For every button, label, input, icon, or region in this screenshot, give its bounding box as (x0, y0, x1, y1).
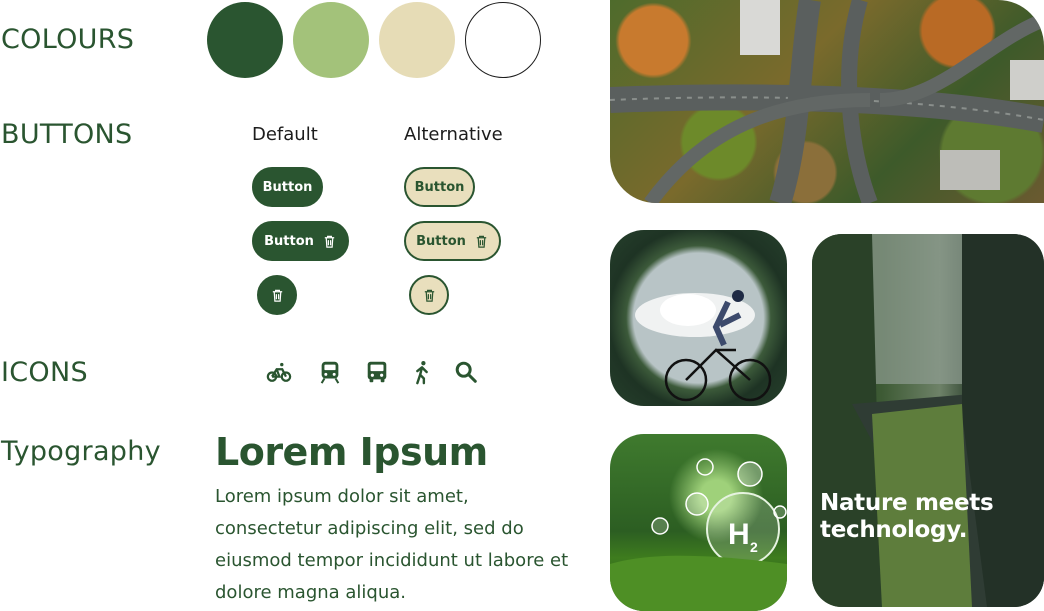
svg-text:2: 2 (750, 539, 758, 555)
alternative-button-with-icon[interactable]: Button (404, 221, 501, 261)
alternative-trash-button[interactable] (409, 275, 449, 315)
hydrogen-image: H 2 (610, 434, 787, 611)
button-label: Button (262, 179, 313, 195)
alternative-button[interactable]: Button (404, 167, 475, 207)
typography-heading: Lorem Ipsum (215, 430, 488, 474)
default-heading: Default (252, 124, 318, 145)
walking-icon[interactable] (408, 358, 436, 386)
colour-swatch-dark-green (207, 2, 283, 78)
trash-icon (424, 289, 434, 302)
button-label: Button (416, 233, 466, 249)
default-button-with-icon[interactable]: Button (252, 221, 349, 261)
search-icon[interactable] (452, 358, 480, 386)
highway-aerial-image (610, 0, 1044, 203)
colours-label: COLOURS (1, 24, 135, 55)
train-icon[interactable] (316, 358, 344, 386)
button-label: Button (414, 179, 465, 195)
default-button[interactable]: Button (252, 167, 323, 207)
buttons-label: BUTTONS (1, 119, 133, 150)
typography-label: Typography (1, 436, 161, 467)
train-caption-line1: Nature meets (820, 490, 994, 516)
colour-swatch-light-green (293, 2, 369, 78)
cyclist-image (610, 230, 787, 406)
icons-label: ICONS (1, 357, 88, 388)
bicycle-icon[interactable] (265, 358, 293, 386)
trash-icon (324, 235, 335, 248)
button-label: Button (264, 233, 314, 249)
default-trash-button[interactable] (257, 275, 297, 315)
bus-icon[interactable] (363, 358, 391, 386)
alternative-heading: Alternative (404, 124, 503, 145)
trash-icon (272, 289, 282, 302)
typography-body: Lorem ipsum dolor sit amet, consectetur … (215, 486, 569, 603)
colour-swatch-beige (379, 2, 455, 78)
colour-swatch-white (465, 2, 541, 78)
trash-icon (476, 235, 487, 248)
train-caption-line2: technology. (820, 517, 968, 543)
train-caption: Nature meets technology. (820, 490, 994, 544)
train-image (812, 234, 1044, 607)
svg-text:H: H (728, 518, 750, 551)
